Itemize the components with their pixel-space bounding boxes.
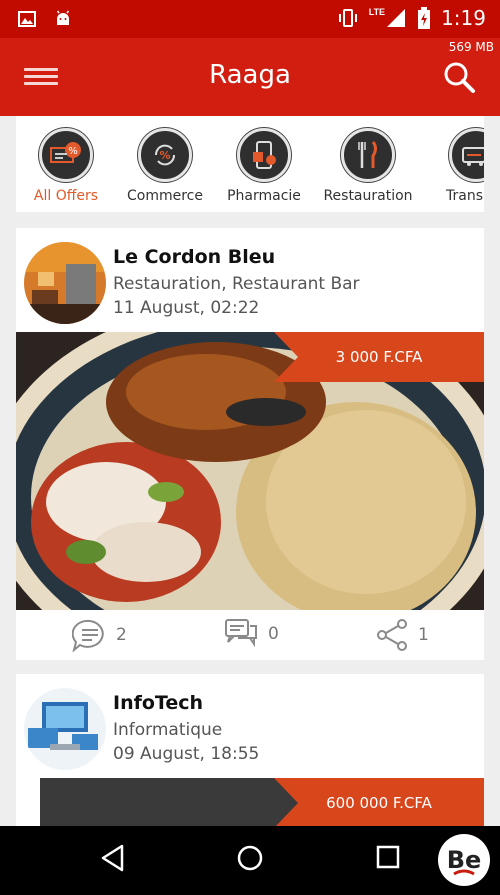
vibrate-icon [338, 9, 357, 27]
home-icon[interactable] [236, 844, 264, 877]
comment-button[interactable]: 2 [72, 618, 127, 652]
message-button[interactable]: 0 [224, 618, 279, 650]
merchant-avatar[interactable] [24, 242, 106, 324]
comment-count: 2 [116, 625, 127, 645]
commerce-icon: % [138, 128, 192, 182]
offers-icon: % [39, 128, 93, 182]
category-bar[interactable]: % All Offers % Commerce Pharmacie Restau… [16, 116, 484, 212]
app-title: Raaga [209, 60, 291, 90]
recents-icon[interactable] [375, 844, 401, 875]
offer-card[interactable]: InfoTech Informatique 09 August, 18:55 6… [16, 674, 484, 826]
image-notification-icon [18, 11, 36, 27]
clock: 1:19 [441, 6, 486, 30]
category-restauration[interactable]: Restauration [320, 128, 416, 204]
offer-date: 09 August, 18:55 [113, 744, 260, 764]
notification-icons [18, 10, 72, 28]
category-label: Pharmacie [227, 188, 301, 204]
app-bar: Raaga 569 MB [0, 38, 500, 116]
offer-photo[interactable]: 3 000 F.CFA [16, 332, 484, 610]
merchant-category: Restauration, Restaurant Bar [113, 274, 360, 294]
offer-date: 11 August, 02:22 [113, 298, 260, 318]
signal-icon [387, 9, 406, 27]
category-pharmacie[interactable]: Pharmacie [216, 128, 312, 204]
watermark-logo: Be [438, 834, 490, 886]
category-label: All Offers [33, 188, 99, 204]
comment-icon [72, 619, 104, 652]
offer-actions: 2 0 1 [16, 610, 484, 660]
category-transport[interactable]: Transp [428, 128, 484, 204]
merchant-avatar[interactable] [24, 688, 106, 770]
network-type: LTE [368, 7, 386, 17]
share-button[interactable]: 1 [376, 618, 429, 652]
svg-text:%: % [68, 146, 78, 157]
navigation-bar: Be [0, 826, 500, 895]
transport-icon [449, 128, 484, 182]
merchant-name[interactable]: Le Cordon Bleu [113, 246, 275, 268]
android-icon [56, 10, 70, 25]
feed[interactable]: % All Offers % Commerce Pharmacie Restau… [0, 116, 500, 826]
svg-text:%: % [159, 149, 170, 162]
share-icon [377, 619, 407, 651]
status-bar: LTE 1:19 [0, 0, 500, 38]
price-tag: 600 000 F.CFA [274, 778, 484, 826]
memory-indicator: 569 MB [448, 40, 494, 54]
share-count: 1 [418, 625, 429, 645]
category-all-offers[interactable]: % All Offers [18, 128, 114, 204]
messages-icon [225, 619, 257, 648]
category-label: Transp [446, 188, 484, 204]
system-icons: LTE 1:19 [337, 6, 486, 30]
battery-charging-icon [418, 7, 431, 29]
category-commerce[interactable]: % Commerce [117, 128, 213, 204]
merchant-name[interactable]: InfoTech [113, 692, 203, 714]
search-icon[interactable] [442, 60, 476, 94]
back-icon[interactable] [100, 844, 126, 877]
merchant-category: Informatique [113, 720, 223, 740]
price-tag: 3 000 F.CFA [274, 332, 484, 382]
pharmacy-icon [237, 128, 291, 182]
category-label: Commerce [127, 188, 203, 204]
offer-card[interactable]: Le Cordon Bleu Restauration, Restaurant … [16, 228, 484, 660]
message-count: 0 [268, 624, 279, 644]
restaurant-icon [341, 128, 395, 182]
category-label: Restauration [323, 188, 413, 204]
